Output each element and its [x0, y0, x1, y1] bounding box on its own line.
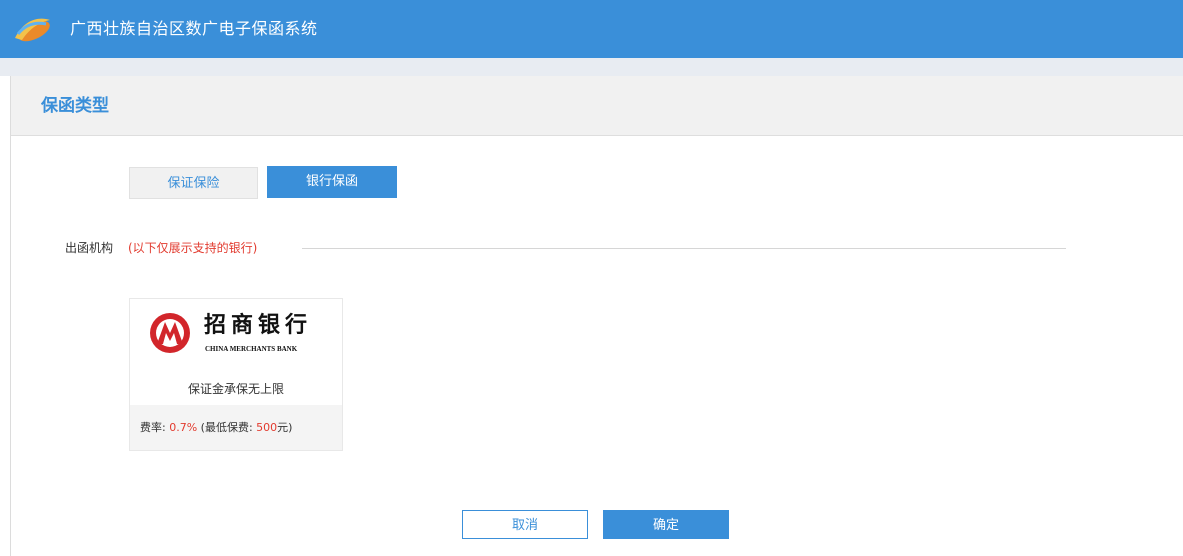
issuer-note: (以下仅展示支持的银行): [128, 241, 258, 255]
confirm-button[interactable]: 确定: [603, 510, 729, 539]
app-logo-icon: [15, 18, 50, 42]
min-fee-close: 元): [277, 421, 293, 434]
app-title: 广西壮族自治区数广电子保函系统: [70, 19, 318, 38]
bank-card-cmb[interactable]: 招商银行 CHINA MERCHANTS BANK 保证金承保无上限 费率: 0…: [129, 298, 343, 451]
bank-fee-row: 费率: 0.7% (最低保费: 500元): [130, 405, 342, 450]
cmb-logo-icon: [150, 313, 190, 353]
bank-name-cn: 招商银行: [204, 312, 313, 338]
issuer-label: 出函机构: [65, 241, 114, 255]
tab-guarantee-insurance[interactable]: 保证保险: [129, 167, 258, 199]
bank-description: 保证金承保无上限: [187, 382, 284, 396]
cancel-button[interactable]: 取消: [462, 510, 588, 539]
header-strip: [0, 58, 1183, 76]
fee-rate: 0.7%: [169, 421, 198, 434]
min-fee-value: 500: [256, 421, 278, 434]
panel-header: 保函类型: [11, 76, 1183, 136]
bank-name-en: CHINA MERCHANTS BANK: [205, 345, 298, 353]
issuer-divider: [302, 248, 1066, 249]
section-title: 保函类型: [41, 96, 109, 116]
min-fee-open: (最低保费:: [200, 421, 253, 434]
fee-label: 费率:: [140, 421, 166, 434]
guarantee-type-panel: 保函类型 保证保险 银行保函 出函机构 (以下仅展示支持的银行) 招商银行 CH…: [10, 76, 1183, 556]
top-bar: 广西壮族自治区数广电子保函系统: [0, 0, 1183, 58]
tab-bank-guarantee[interactable]: 银行保函: [267, 166, 397, 198]
